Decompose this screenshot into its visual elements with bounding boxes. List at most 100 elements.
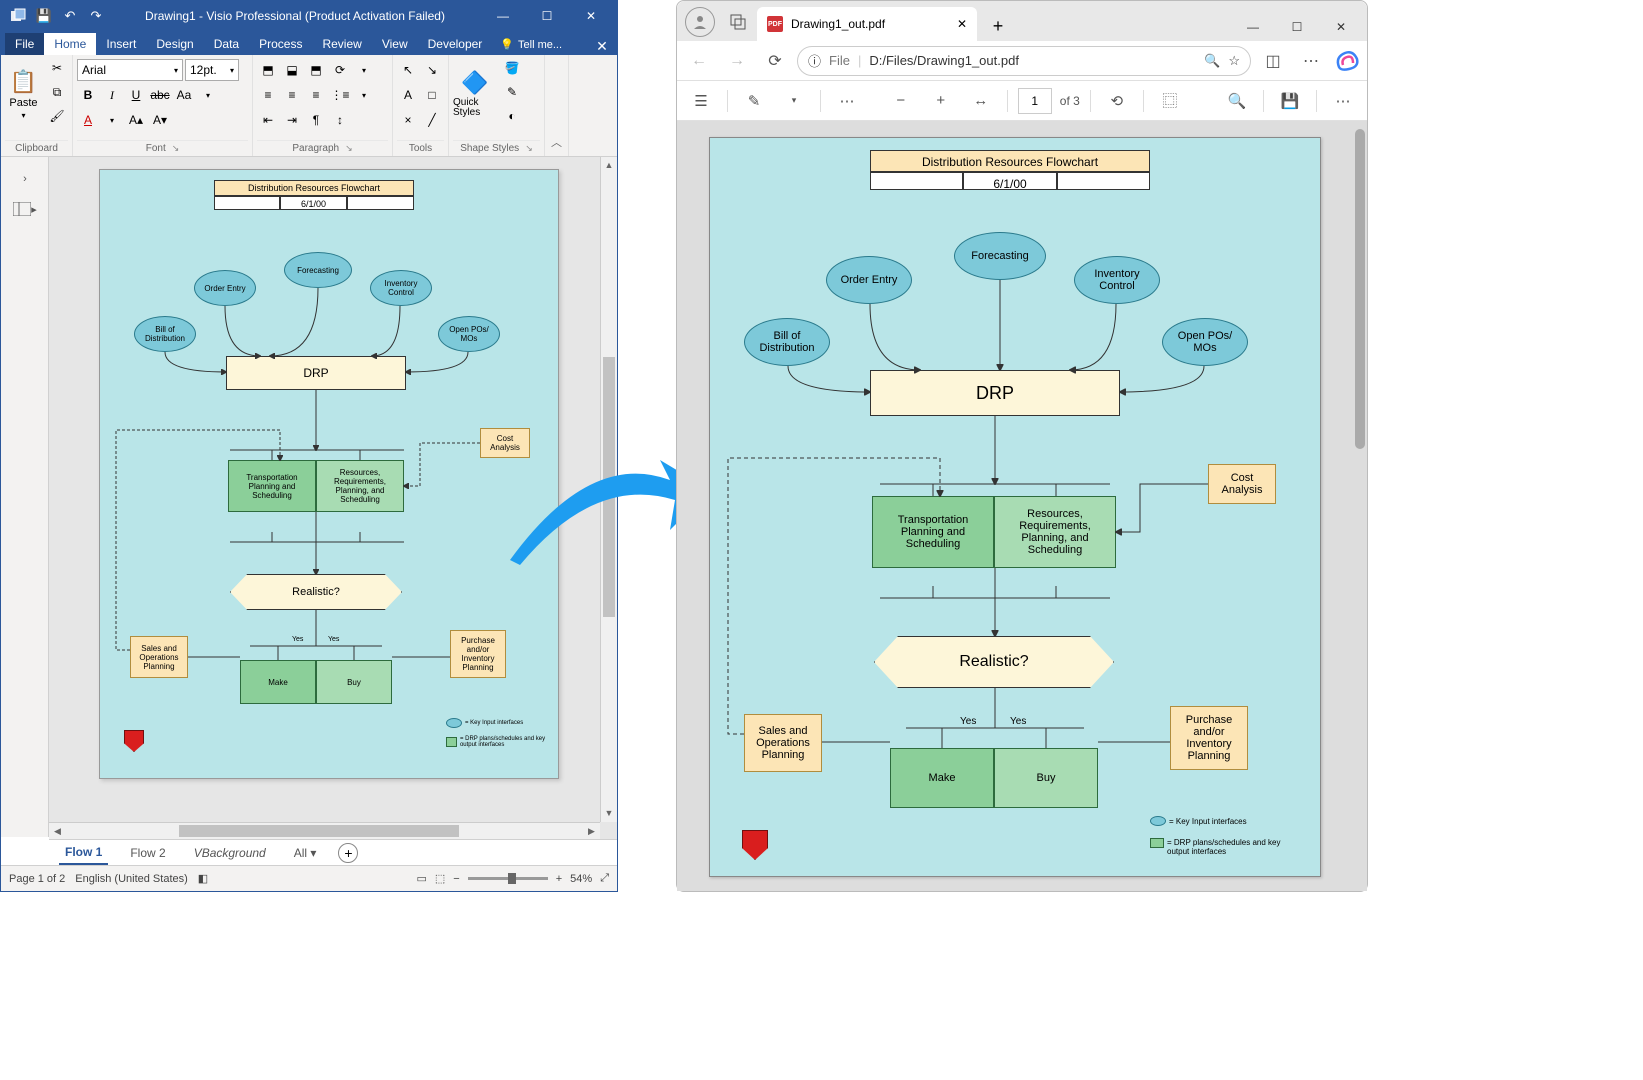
line-tool-button[interactable]: ╱ — [421, 109, 443, 131]
more-tools-button[interactable]: ⋯ — [831, 85, 863, 117]
connection-point-button[interactable]: × — [397, 109, 419, 131]
pdf-viewport[interactable]: Distribution Resources Flowchart 6/1/00 … — [677, 121, 1367, 891]
scroll-up-icon[interactable]: ▲ — [601, 157, 617, 174]
text-direction-button[interactable]: ↕ — [329, 109, 351, 131]
scroll-left-icon[interactable]: ◀ — [49, 823, 66, 839]
dialog-launcher-icon[interactable]: ↘ — [345, 143, 353, 154]
maximize-button[interactable]: ☐ — [1275, 13, 1319, 41]
chevron-down-icon[interactable]: ▾ — [197, 84, 219, 106]
chevron-down-icon[interactable]: ▾ — [101, 109, 123, 131]
copilot-icon[interactable] — [1333, 47, 1361, 75]
chevron-down-icon[interactable]: ▾ — [353, 59, 375, 81]
save-pdf-icon[interactable]: 💾 — [1274, 85, 1306, 117]
decrease-indent-button[interactable]: ⇤ — [257, 109, 279, 131]
scroll-thumb[interactable] — [179, 825, 459, 837]
tab-design[interactable]: Design — [146, 33, 203, 55]
strike-button[interactable]: abc — [149, 84, 171, 106]
zoom-in-button[interactable]: + — [556, 873, 562, 885]
ribbon-collapse-button[interactable]: ✕ — [587, 38, 617, 55]
page-tab-flow2[interactable]: Flow 2 — [124, 842, 171, 864]
align-middle-button[interactable]: ⬓ — [281, 59, 303, 81]
zoom-out-button[interactable]: − — [453, 873, 459, 885]
toolbar-more-button[interactable]: ⋯ — [1327, 85, 1359, 117]
favorite-icon[interactable]: ☆ — [1228, 53, 1240, 69]
paragraph-mark-button[interactable]: ¶ — [305, 109, 327, 131]
scroll-thumb[interactable] — [1355, 129, 1365, 449]
zoom-slider[interactable] — [468, 877, 548, 880]
tab-insert[interactable]: Insert — [96, 33, 146, 55]
tell-me[interactable]: 💡Tell me... — [492, 34, 570, 55]
page-view-icon[interactable]: ⿴ — [1154, 85, 1186, 117]
tab-view[interactable]: View — [372, 33, 418, 55]
tab-process[interactable]: Process — [249, 33, 312, 55]
draw-icon[interactable]: ✎ — [738, 85, 770, 117]
new-page-button[interactable]: + — [338, 843, 358, 863]
zoom-in-button[interactable]: + — [925, 85, 957, 117]
tab-review[interactable]: Review — [312, 33, 371, 55]
change-case-button[interactable]: Aa — [173, 84, 195, 106]
grow-font-button[interactable]: A▴ — [125, 109, 147, 131]
close-tab-icon[interactable]: ✕ — [957, 17, 967, 31]
stencil-icon[interactable]: ▸ — [6, 195, 44, 223]
close-button[interactable]: ✕ — [569, 2, 613, 30]
effects-button[interactable]: ◐ — [501, 105, 523, 127]
fit-width-icon[interactable]: ↔ — [965, 85, 997, 117]
back-button[interactable]: ← — [683, 45, 715, 77]
new-tab-button[interactable]: + — [983, 11, 1013, 41]
rotate-icon[interactable]: ⟲ — [1101, 85, 1133, 117]
align-left-button[interactable]: ≡ — [257, 84, 279, 106]
profile-icon[interactable] — [685, 7, 715, 37]
presentation-mode-icon[interactable]: ▭ — [416, 872, 426, 885]
settings-more-button[interactable]: ⋯ — [1295, 45, 1327, 77]
page-tab-all[interactable]: All ▾ — [288, 842, 323, 864]
chevron-down-icon[interactable]: ▾ — [353, 84, 375, 106]
page-tab-vbackground[interactable]: VBackground — [188, 842, 272, 864]
text-tool-button[interactable]: A — [397, 84, 419, 106]
ribbon-collapse-icon[interactable]: ︿ — [551, 134, 562, 156]
fit-page-icon[interactable]: ⤢ — [600, 872, 609, 885]
font-color-button[interactable]: A — [77, 109, 99, 131]
underline-button[interactable]: U — [125, 84, 147, 106]
undo-icon[interactable]: ↶ — [60, 6, 80, 26]
orientation-button[interactable]: ⟳ — [329, 59, 351, 81]
browser-tab[interactable]: PDF Drawing1_out.pdf ✕ — [757, 7, 977, 41]
address-bar[interactable]: ⓘ File | D:/Files/Drawing1_out.pdf 🔍 ☆ — [797, 46, 1251, 76]
tab-home[interactable]: Home — [44, 33, 96, 55]
zoom-level[interactable]: 54% — [570, 873, 592, 885]
macro-record-icon[interactable]: ◧ — [198, 872, 208, 885]
italic-button[interactable]: I — [101, 84, 123, 106]
scroll-down-icon[interactable]: ▼ — [601, 805, 617, 822]
maximize-button[interactable]: ☐ — [525, 2, 569, 30]
page-number-input[interactable] — [1018, 88, 1052, 114]
paste-button[interactable]: 📋Paste▾ — [5, 57, 42, 131]
tab-actions-icon[interactable] — [723, 7, 753, 37]
increase-indent-button[interactable]: ⇥ — [281, 109, 303, 131]
align-center-button[interactable]: ≡ — [281, 84, 303, 106]
site-info-icon[interactable]: ⓘ — [808, 51, 821, 70]
line-button[interactable]: ✎ — [501, 81, 523, 103]
bold-button[interactable]: B — [77, 84, 99, 106]
shrink-font-button[interactable]: A▾ — [149, 109, 171, 131]
contents-icon[interactable]: ☰ — [685, 85, 717, 117]
dialog-launcher-icon[interactable]: ↘ — [525, 143, 533, 154]
expand-shapes-button[interactable]: › — [6, 165, 44, 193]
copy-button[interactable]: ⧉ — [46, 81, 68, 103]
cut-button[interactable]: ✂ — [46, 57, 68, 79]
forward-button[interactable]: → — [721, 45, 753, 77]
zoom-indicator-icon[interactable]: 🔍 — [1204, 53, 1220, 69]
tab-data[interactable]: Data — [204, 33, 249, 55]
tab-file[interactable]: File — [5, 33, 44, 55]
page-width-icon[interactable]: ⬚ — [435, 872, 445, 885]
font-size-combo[interactable]: 12pt.▾ — [185, 59, 239, 81]
dialog-launcher-icon[interactable]: ↘ — [172, 143, 180, 154]
save-icon[interactable]: 💾 — [34, 6, 54, 26]
bullets-button[interactable]: ⋮≡ — [329, 84, 351, 106]
align-top-button[interactable]: ⬒ — [257, 59, 279, 81]
zoom-out-button[interactable]: − — [885, 85, 917, 117]
tab-developer[interactable]: Developer — [418, 33, 493, 55]
page-tab-flow1[interactable]: Flow 1 — [59, 841, 108, 865]
close-button[interactable]: ✕ — [1319, 13, 1363, 41]
minimize-button[interactable]: — — [1231, 13, 1275, 41]
split-screen-icon[interactable]: ◫ — [1257, 45, 1289, 77]
horizontal-scrollbar[interactable]: ◀▶ — [49, 822, 600, 839]
